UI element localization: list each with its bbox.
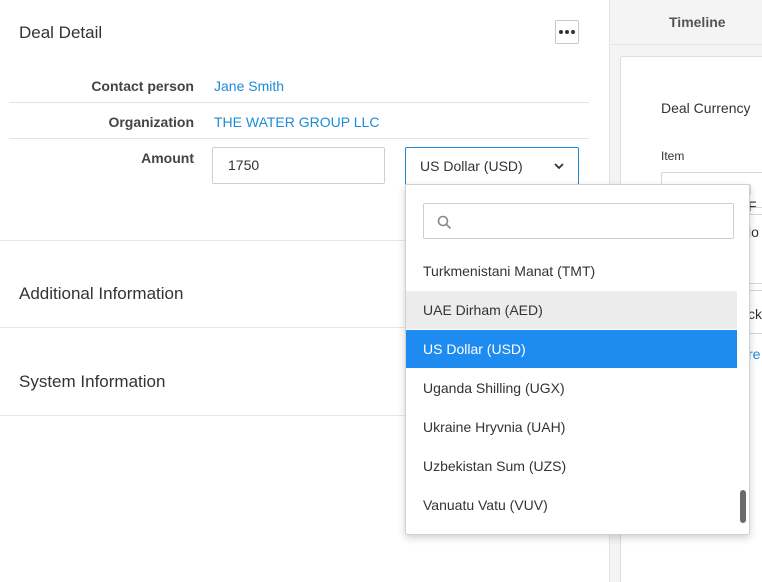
- deal-detail-title: Deal Detail: [19, 23, 103, 42]
- currency-option[interactable]: Uganda Shilling (UGX): [406, 369, 737, 407]
- tab-timeline[interactable]: Timeline: [611, 0, 762, 45]
- row-divider: [9, 102, 589, 103]
- more-dot-icon: [559, 30, 563, 34]
- chevron-down-icon: [554, 163, 564, 170]
- currency-option[interactable]: US Dollar (USD): [406, 330, 737, 368]
- contact-person-label: Contact person: [91, 78, 194, 94]
- contact-person-link[interactable]: Jane Smith: [214, 78, 284, 94]
- package-field-text: cka: [748, 306, 762, 322]
- dropdown-scrollbar[interactable]: [740, 490, 746, 523]
- currency-option[interactable]: Ukraine Hryvnia (UAH): [406, 408, 737, 446]
- currency-option[interactable]: Uzbekistan Sum (UZS): [406, 447, 737, 485]
- more-dot-icon: [571, 30, 575, 34]
- deal-currency-label: Deal Currency: [661, 100, 751, 116]
- more-dot-icon: [565, 30, 569, 34]
- currency-dropdown: Turkmenistani Manat (TMT) UAE Dirham (AED…: [405, 184, 750, 535]
- currency-search-box[interactable]: [423, 203, 734, 239]
- item-label: Item: [661, 149, 685, 163]
- currency-option[interactable]: Vanuatu Vatu (VUV): [406, 486, 737, 524]
- currency-option[interactable]: UAE Dirham (AED): [406, 291, 737, 329]
- system-information-section[interactable]: System Information: [19, 372, 165, 392]
- currency-option[interactable]: Turkmenistani Manat (TMT): [406, 252, 737, 290]
- more-options-button[interactable]: [555, 20, 579, 44]
- currency-search-input[interactable]: [460, 206, 720, 236]
- item-input-text: l F: [748, 182, 757, 214]
- currency-select-value: US Dollar (USD): [420, 158, 523, 174]
- organization-label: Organization: [108, 114, 194, 130]
- currency-select[interactable]: US Dollar (USD): [405, 147, 579, 185]
- row-divider: [9, 138, 589, 139]
- search-icon: [437, 215, 452, 230]
- organization-link[interactable]: THE WATER GROUP LLC: [214, 114, 379, 130]
- amount-input[interactable]: 1750: [212, 147, 385, 184]
- amount-label: Amount: [141, 150, 194, 166]
- additional-information-section[interactable]: Additional Information: [19, 284, 183, 304]
